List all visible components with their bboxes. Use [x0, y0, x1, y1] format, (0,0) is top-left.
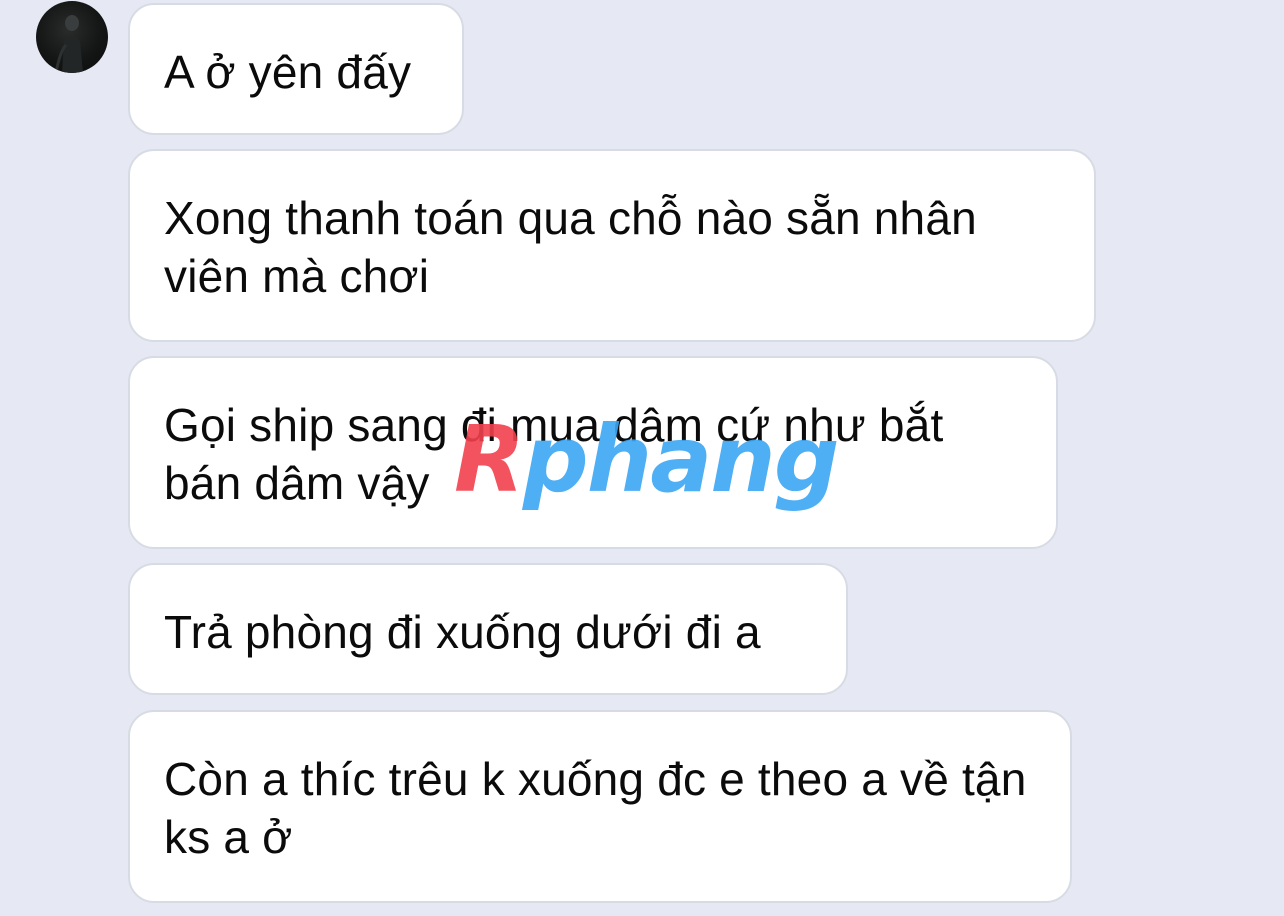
chat-thread: A ở yên đấy Xong thanh toán qua chỗ nào … [0, 0, 1284, 916]
message-bubble[interactable]: A ở yên đấy [128, 3, 464, 135]
message-text: Xong thanh toán qua chỗ nào sẵn nhân viê… [164, 192, 977, 302]
contact-avatar[interactable] [36, 1, 108, 73]
message-bubble[interactable]: Gọi ship sang đi mua dâm cứ như bắt bán … [128, 356, 1058, 549]
message-bubble[interactable]: Trả phòng đi xuống dưới đi a [128, 563, 848, 695]
message-text: A ở yên đấy [164, 46, 412, 98]
message-text: Còn a thíc trêu k xuống đc e theo a về t… [164, 753, 1027, 863]
avatar-photo-icon [54, 15, 83, 73]
message-text: Trả phòng đi xuống dưới đi a [164, 606, 761, 658]
message-bubble[interactable]: Xong thanh toán qua chỗ nào sẵn nhân viê… [128, 149, 1096, 342]
message-bubble[interactable]: Còn a thíc trêu k xuống đc e theo a về t… [128, 710, 1072, 903]
message-text: Gọi ship sang đi mua dâm cứ như bắt bán … [164, 399, 944, 509]
